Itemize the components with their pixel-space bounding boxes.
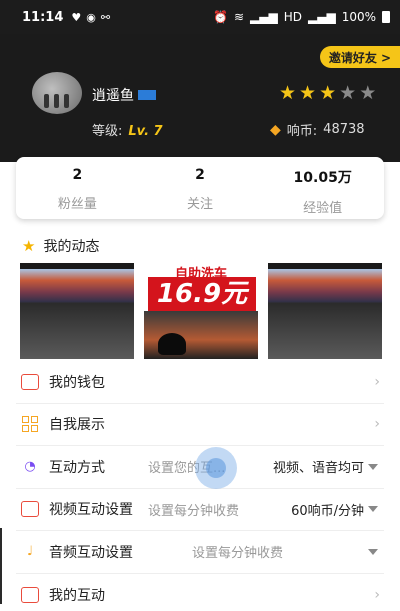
chevron-right-icon: › <box>374 586 380 603</box>
chevron-right-icon: › <box>374 416 380 433</box>
star-icon: ★ <box>339 82 357 104</box>
stat-experience[interactable]: 10.05万 经验值 <box>261 157 384 219</box>
coin-label: 响币: <box>286 124 318 139</box>
status-bar: 11:14 ♥ ◉ ⚯ ⏰ ≋ ▂▄▆ HD ▂▄▆ 100% <box>0 0 400 34</box>
star-icon: ★ <box>279 82 297 104</box>
video-icon <box>21 501 39 518</box>
level-value: Lv. 7 <box>128 124 163 139</box>
stat-value: 2 <box>195 167 205 183</box>
username-text: 逍遥鱼 <box>92 88 134 104</box>
wallet-icon <box>21 373 39 390</box>
level-label: 等级: <box>92 124 123 139</box>
dynamic-image-laptop[interactable] <box>20 263 134 359</box>
video-fee-value[interactable]: 60响币/分钟 <box>291 500 364 519</box>
menu-label: 我的互动 <box>49 587 105 604</box>
battery-icon <box>382 11 390 23</box>
signal-icon: ▂▄▆ <box>250 10 278 24</box>
promo-price: 16.9元 <box>148 277 256 311</box>
star-icon: ★ <box>359 82 377 104</box>
heart-icon: ♥ <box>71 10 82 24</box>
interaction-mode-value[interactable]: 视频、语音均可 <box>273 457 364 476</box>
menu-label: 互动方式 <box>49 459 105 476</box>
my-dynamic-header[interactable]: ★ 我的动态 <box>22 236 99 256</box>
interaction-mode-icon: ◔ <box>24 459 36 475</box>
star-icon: ★ <box>319 82 337 104</box>
diamond-icon: ◆ <box>270 121 281 138</box>
menu-item-self-display[interactable]: 自我展示 › <box>16 404 384 446</box>
star-icon: ★ <box>299 82 317 104</box>
status-right: ⏰ ≋ ▂▄▆ HD ▂▄▆ 100% <box>213 10 390 24</box>
stat-value: 10.05万 <box>293 170 352 186</box>
stat-label: 关注 <box>187 197 214 212</box>
audio-fee-placeholder[interactable]: 设置每分钟收费 <box>192 542 283 561</box>
menu-item-video-settings[interactable]: 视频互动设置 设置每分钟收费 60响币/分钟 <box>16 489 384 531</box>
coin-value: 48738 <box>323 122 365 137</box>
menu-label: 视频互动设置 <box>49 502 133 519</box>
audio-icon: ♩ <box>26 544 34 560</box>
dropdown-caret-icon[interactable] <box>368 548 378 555</box>
star-icon: ★ <box>22 237 36 255</box>
grid-icon <box>21 416 39 433</box>
menu-label: 我的钱包 <box>49 374 105 391</box>
stat-label: 粉丝量 <box>57 197 97 212</box>
profile-header: 邀请好友 > 逍遥鱼 ★ ★ ★ ★ ★ 等级: Lv. 7 ◆ 响币: 4873… <box>0 34 400 162</box>
username: 逍遥鱼 <box>92 85 156 105</box>
stats-card: 2 粉丝量 2 关注 10.05万 经验值 <box>16 157 384 219</box>
interaction-icon <box>21 586 39 603</box>
network-type: HD <box>283 10 302 24</box>
vip-badge-icon <box>138 90 156 100</box>
app-icon: ◉ <box>86 10 96 24</box>
video-fee-placeholder[interactable]: 设置每分钟收费 <box>148 500 239 519</box>
dropdown-caret-icon[interactable] <box>368 506 378 513</box>
touch-indicator <box>195 447 237 489</box>
menu-label: 音频互动设置 <box>49 544 133 561</box>
menu-label: 自我展示 <box>49 417 105 434</box>
dropdown-caret-icon[interactable] <box>368 463 378 470</box>
rating-stars: ★ ★ ★ ★ ★ <box>279 84 376 103</box>
link-icon: ⚯ <box>100 10 111 24</box>
chevron-right-icon: › <box>374 373 380 390</box>
wifi-icon: ≋ <box>233 10 245 24</box>
avatar[interactable] <box>32 72 82 114</box>
menu-item-wallet[interactable]: 我的钱包 › <box>16 361 384 404</box>
coin-balance: ◆ 响币: 48738 <box>270 120 365 140</box>
signal-icon-2: ▂▄▆ <box>308 10 336 24</box>
status-time: 11:14 <box>22 9 64 25</box>
dynamic-image-laptop-2[interactable] <box>268 263 382 359</box>
menu-item-audio-settings[interactable]: ♩ 音频互动设置 设置每分钟收费 <box>16 531 384 574</box>
stat-following[interactable]: 2 关注 <box>139 157 262 219</box>
dynamic-image-promo[interactable]: 自助洗车 16.9元 <box>144 263 258 359</box>
stat-value: 2 <box>72 167 83 183</box>
user-level: 等级: Lv. 7 <box>92 120 163 139</box>
cat-figure <box>158 333 186 355</box>
menu-item-my-interaction[interactable]: 我的互动 › <box>16 574 384 611</box>
menu-list: 我的钱包 › 自我展示 › ◔ 互动方式 设置您的互... 视频、语音均可 视频… <box>16 361 384 611</box>
notification-icons: ♥ ◉ ⚯ <box>71 11 110 24</box>
battery-text: 100% <box>341 10 376 24</box>
alarm-icon: ⏰ <box>213 10 228 24</box>
section-title: 我的动态 <box>43 239 100 255</box>
edge-indicator <box>0 528 2 604</box>
stat-followers[interactable]: 2 粉丝量 <box>16 157 139 219</box>
dynamic-thumbnails: 自助洗车 16.9元 <box>20 263 382 359</box>
stat-label: 经验值 <box>303 201 343 216</box>
invite-friends-button[interactable]: 邀请好友 > <box>320 46 400 68</box>
